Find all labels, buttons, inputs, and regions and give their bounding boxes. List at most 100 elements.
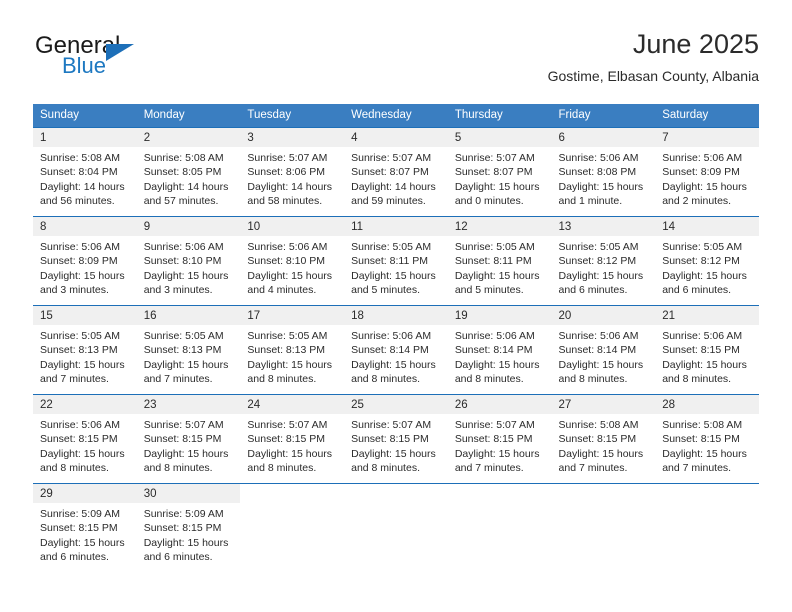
calendar-day-30[interactable]: 30 Sunrise: 5:09 AM Sunset: 8:15 PM Dayligh…: [136, 483, 241, 572]
day-number-band: 4: [344, 128, 448, 147]
calendar-day-9[interactable]: 9 Sunrise: 5:06 AM Sunset: 8:10 PM Daylight…: [136, 216, 241, 305]
daylight-text: Daylight: 15 hours and 7 minutes.: [558, 447, 644, 475]
day-details: Sunrise: 5:06 AM Sunset: 8:14 PM Daylight:…: [344, 325, 448, 387]
calendar-day-empty: [344, 483, 448, 572]
calendar-week-row: 22 Sunrise: 5:06 AM Sunset: 8:15 PM Dayligh…: [33, 394, 759, 483]
sunrise-text: Sunrise: 5:08 AM: [40, 152, 120, 164]
weekday-header-row: Sunday Monday Tuesday Wednesday Thursday…: [33, 104, 759, 127]
sunset-text: Sunset: 8:07 PM: [454, 166, 533, 179]
day-details: Sunrise: 5:07 AM Sunset: 8:06 PM Daylight:…: [240, 147, 344, 209]
calendar-day-14[interactable]: 14 Sunrise: 5:05 AM Sunset: 8:12 PM Dayligh…: [655, 216, 759, 305]
calendar-day-7[interactable]: 7 Sunrise: 5:06 AM Sunset: 8:09 PM Daylight…: [655, 127, 759, 216]
calendar-day-24[interactable]: 24 Sunrise: 5:07 AM Sunset: 8:15 PM Dayligh…: [240, 394, 345, 483]
day-number: 23: [143, 399, 157, 411]
calendar-day-18[interactable]: 18 Sunrise: 5:06 AM Sunset: 8:14 PM Dayligh…: [344, 305, 448, 394]
calendar-cell: 14 Sunrise: 5:05 AM Sunset: 8:12 PM Dayligh…: [655, 216, 759, 305]
calendar-cell: 22 Sunrise: 5:06 AM Sunset: 8:15 PM Dayligh…: [33, 394, 137, 483]
calendar-week-row: 1 Sunrise: 5:08 AM Sunset: 8:04 PM Daylight…: [33, 127, 759, 216]
day-details: Sunrise: 5:07 AM Sunset: 8:15 PM Daylight:…: [448, 414, 552, 476]
calendar-cell: 17 Sunrise: 5:05 AM Sunset: 8:13 PM Dayligh…: [240, 305, 345, 394]
calendar-day-26[interactable]: 26 Sunrise: 5:07 AM Sunset: 8:15 PM Dayligh…: [447, 394, 552, 483]
sunset-text: Sunset: 8:04 PM: [40, 166, 118, 179]
sunset-text: Sunset: 8:10 PM: [143, 255, 222, 268]
sunset-text: Sunset: 8:09 PM: [40, 255, 118, 268]
calendar-day-1[interactable]: 1 Sunrise: 5:08 AM Sunset: 8:04 PM Daylight…: [33, 127, 137, 216]
calendar-day-11[interactable]: 11 Sunrise: 5:05 AM Sunset: 8:11 PM Dayligh…: [344, 216, 448, 305]
calendar-day-23[interactable]: 23 Sunrise: 5:07 AM Sunset: 8:15 PM Dayligh…: [136, 394, 241, 483]
day-details: Sunrise: 5:07 AM Sunset: 8:07 PM Daylight:…: [344, 147, 448, 209]
calendar-day-5[interactable]: 5 Sunrise: 5:07 AM Sunset: 8:07 PM Daylight…: [447, 127, 552, 216]
calendar-day-22[interactable]: 22 Sunrise: 5:06 AM Sunset: 8:15 PM Dayligh…: [33, 394, 137, 483]
daylight-text: Daylight: 15 hours and 8 minutes.: [247, 447, 333, 475]
day-details: Sunrise: 5:08 AM Sunset: 8:15 PM Daylight:…: [655, 414, 759, 476]
day-details: Sunrise: 5:05 AM Sunset: 8:12 PM Daylight:…: [655, 236, 759, 298]
calendar-day-10[interactable]: 10 Sunrise: 5:06 AM Sunset: 8:10 PM Dayligh…: [240, 216, 345, 305]
sunset-text: Sunset: 8:15 PM: [662, 344, 740, 357]
day-details: Sunrise: 5:05 AM Sunset: 8:13 PM Daylight:…: [33, 325, 137, 387]
calendar-day-21[interactable]: 21 Sunrise: 5:06 AM Sunset: 8:15 PM Dayligh…: [655, 305, 759, 394]
day-details: Sunrise: 5:05 AM Sunset: 8:12 PM Daylight:…: [552, 236, 656, 298]
calendar-cell: 6 Sunrise: 5:06 AM Sunset: 8:08 PM Daylight…: [551, 127, 656, 216]
day-number: 15: [40, 310, 53, 322]
day-number-band: 15: [33, 306, 137, 325]
calendar-day-3[interactable]: 3 Sunrise: 5:07 AM Sunset: 8:06 PM Daylight…: [240, 127, 345, 216]
day-number-band: 6: [551, 128, 656, 147]
calendar-body: 1 Sunrise: 5:08 AM Sunset: 8:04 PM Daylight…: [33, 127, 759, 572]
day-number-band: 23: [136, 395, 241, 414]
calendar-day-12[interactable]: 12 Sunrise: 5:05 AM Sunset: 8:11 PM Dayligh…: [447, 216, 552, 305]
daylight-text: Daylight: 15 hours and 7 minutes.: [40, 358, 125, 386]
calendar-day-16[interactable]: 16 Sunrise: 5:05 AM Sunset: 8:13 PM Dayligh…: [136, 305, 241, 394]
daylight-text: Daylight: 15 hours and 0 minutes.: [454, 180, 540, 208]
calendar-day-15[interactable]: 15 Sunrise: 5:05 AM Sunset: 8:13 PM Dayligh…: [33, 305, 137, 394]
calendar-cell: 1 Sunrise: 5:08 AM Sunset: 8:04 PM Daylight…: [33, 127, 137, 216]
calendar-day-8[interactable]: 8 Sunrise: 5:06 AM Sunset: 8:09 PM Daylight…: [33, 216, 137, 305]
day-number: 7: [662, 132, 669, 144]
daylight-text: Daylight: 15 hours and 5 minutes.: [454, 269, 540, 297]
sunset-text: Sunset: 8:15 PM: [143, 433, 222, 446]
day-number-band: 13: [551, 217, 656, 236]
daylight-text: Daylight: 15 hours and 3 minutes.: [143, 269, 229, 297]
sunset-text: Sunset: 8:06 PM: [247, 166, 326, 179]
daylight-text: Daylight: 15 hours and 8 minutes.: [662, 358, 747, 386]
day-details: Sunrise: 5:07 AM Sunset: 8:15 PM Daylight:…: [137, 414, 241, 476]
day-details: Sunrise: 5:06 AM Sunset: 8:15 PM Daylight:…: [33, 414, 137, 476]
logo-text-blue: Blue: [62, 53, 107, 78]
day-details: Sunrise: 5:06 AM Sunset: 8:08 PM Daylight:…: [552, 147, 656, 209]
sunrise-text: Sunrise: 5:06 AM: [143, 241, 224, 253]
calendar-cell: 12 Sunrise: 5:05 AM Sunset: 8:11 PM Dayligh…: [447, 216, 552, 305]
calendar-day-17[interactable]: 17 Sunrise: 5:05 AM Sunset: 8:13 PM Dayligh…: [240, 305, 345, 394]
day-details: Sunrise: 5:06 AM Sunset: 8:15 PM Daylight:…: [655, 325, 759, 387]
calendar-day-4[interactable]: 4 Sunrise: 5:07 AM Sunset: 8:07 PM Daylight…: [344, 127, 448, 216]
general-blue-logo[interactable]: General Blue: [33, 32, 263, 88]
day-details: Sunrise: 5:05 AM Sunset: 8:11 PM Daylight:…: [344, 236, 448, 298]
sunrise-text: Sunrise: 5:09 AM: [40, 508, 120, 520]
day-number-band: 26: [447, 395, 552, 414]
calendar-day-25[interactable]: 25 Sunrise: 5:07 AM Sunset: 8:15 PM Dayligh…: [344, 394, 448, 483]
day-details: Sunrise: 5:08 AM Sunset: 8:15 PM Daylight:…: [552, 414, 656, 476]
calendar-day-20[interactable]: 20 Sunrise: 5:06 AM Sunset: 8:14 PM Dayligh…: [551, 305, 656, 394]
day-number-band: 24: [240, 395, 345, 414]
day-number: 24: [247, 399, 261, 411]
day-number: 1: [40, 132, 47, 144]
sunrise-text: Sunrise: 5:09 AM: [143, 508, 224, 520]
calendar-day-13[interactable]: 13 Sunrise: 5:05 AM Sunset: 8:12 PM Dayligh…: [551, 216, 656, 305]
calendar-day-2[interactable]: 2 Sunrise: 5:08 AM Sunset: 8:05 PM Daylight…: [136, 127, 241, 216]
calendar-day-28[interactable]: 28 Sunrise: 5:08 AM Sunset: 8:15 PM Dayligh…: [655, 394, 759, 483]
day-details: Sunrise: 5:07 AM Sunset: 8:15 PM Daylight:…: [240, 414, 344, 476]
page-header: General Blue June 2025 Gostime, Elbasan …: [33, 28, 759, 96]
calendar-day-empty: [447, 483, 552, 572]
sunrise-text: Sunrise: 5:05 AM: [247, 330, 328, 342]
sunset-text: Sunset: 8:12 PM: [558, 255, 637, 268]
calendar-day-19[interactable]: 19 Sunrise: 5:06 AM Sunset: 8:14 PM Dayligh…: [447, 305, 552, 394]
weekday-header-sunday: Sunday: [33, 104, 137, 127]
sunset-text: Sunset: 8:11 PM: [454, 255, 532, 268]
calendar-day-27[interactable]: 27 Sunrise: 5:08 AM Sunset: 8:15 PM Dayligh…: [551, 394, 656, 483]
day-number-band: 21: [655, 306, 759, 325]
sunset-text: Sunset: 8:13 PM: [247, 344, 326, 357]
day-number-band: 17: [240, 306, 345, 325]
calendar-cell: 30 Sunrise: 5:09 AM Sunset: 8:15 PM Dayligh…: [136, 483, 241, 572]
weekday-header-friday: Friday: [551, 104, 656, 127]
calendar-day-6[interactable]: 6 Sunrise: 5:06 AM Sunset: 8:08 PM Daylight…: [551, 127, 656, 216]
calendar-day-29[interactable]: 29 Sunrise: 5:09 AM Sunset: 8:15 PM Dayligh…: [33, 483, 137, 572]
daylight-text: Daylight: 14 hours and 57 minutes.: [143, 180, 229, 208]
